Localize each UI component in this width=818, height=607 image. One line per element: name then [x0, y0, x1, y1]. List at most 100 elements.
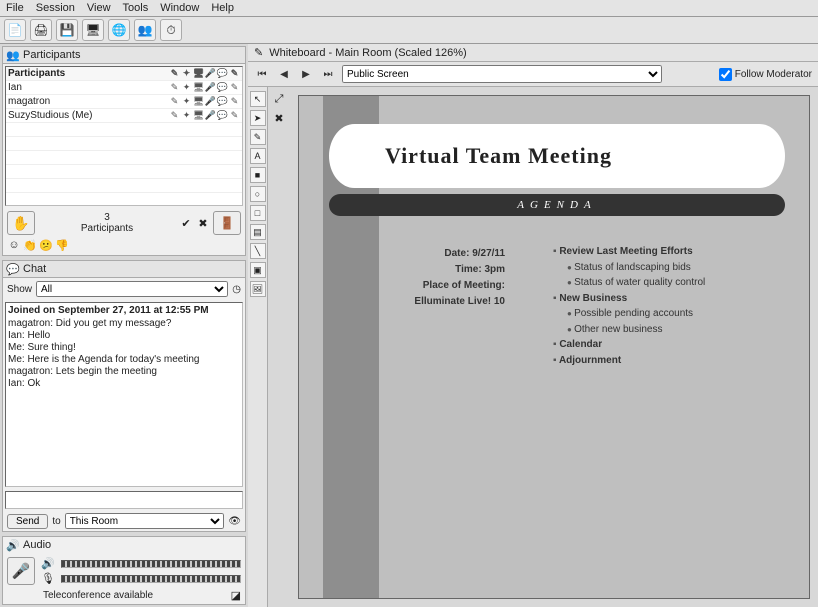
chat-input[interactable]: [5, 491, 243, 509]
chat-show-label: Show: [7, 284, 32, 295]
whiteboard-canvas[interactable]: Virtual Team Meeting AGENDA Date: 9/27/1…: [298, 95, 810, 599]
chat-panel: 💬 Chat Show All ◷ Joined on September 27…: [2, 260, 246, 532]
pencil-icon: ✎: [254, 46, 263, 59]
explore-icon[interactable]: ⤢: [275, 93, 284, 106]
audio-title: Audio: [23, 539, 51, 551]
whiteboard-toolbox: ↖ ➤ ✎ A ■ ○ □ ▤ ╲ ▣ 🖼: [248, 87, 268, 607]
toolbar-btn-7[interactable]: ⏱: [160, 19, 182, 41]
participant-name[interactable]: SuzyStudious (Me): [8, 110, 169, 121]
chat-joined-line: Joined on September 27, 2011 at 12:55 PM: [8, 305, 240, 316]
prev-slide-button[interactable]: ◀: [276, 66, 292, 82]
toolbar-btn-5[interactable]: 🌐: [108, 19, 130, 41]
whiteboard-title: Whiteboard - Main Room (Scaled 126%): [269, 47, 466, 59]
emoticon-applause-icon[interactable]: 👏: [23, 238, 37, 252]
screenshot-tool[interactable]: ▣: [250, 262, 266, 278]
last-slide-button[interactable]: ⏭: [320, 66, 336, 82]
audio-panel: 🔊 Audio 🎤 🔊 🎙 Teleconference available ◪: [2, 536, 246, 605]
emoticon-smile-icon[interactable]: ☺: [7, 238, 21, 252]
menu-tools[interactable]: Tools: [123, 2, 149, 14]
highlighter-tool[interactable]: ▤: [250, 224, 266, 240]
chat-show-select[interactable]: All: [36, 281, 228, 297]
check-icon[interactable]: ✔: [179, 216, 193, 230]
toolbar-btn-2[interactable]: 🖨: [30, 19, 52, 41]
menubar: File Session View Tools Window Help: [0, 0, 818, 17]
chat-line: Ian: Ok: [8, 378, 240, 389]
slide-title: Virtual Team Meeting: [385, 143, 612, 169]
perm-icon: 🎤: [205, 68, 216, 79]
perm-icon: ✎: [229, 68, 240, 79]
screen-select[interactable]: Public Screen: [342, 65, 662, 83]
perm-icon: ✦: [181, 68, 192, 79]
next-slide-button[interactable]: ▶: [298, 66, 314, 82]
toolbar-btn-6[interactable]: 👥: [134, 19, 156, 41]
rect-tool[interactable]: □: [250, 205, 266, 221]
text-tool[interactable]: A: [250, 148, 266, 164]
chat-log[interactable]: Joined on September 27, 2011 at 12:55 PM…: [5, 302, 243, 487]
x-icon[interactable]: ✖: [196, 216, 210, 230]
participants-count: 3: [35, 212, 179, 223]
follow-moderator-checkbox[interactable]: [719, 68, 732, 81]
chat-line: magatron: Lets begin the meeting: [8, 366, 240, 377]
chat-header: 💬 Chat: [3, 261, 245, 278]
ellipse-tool[interactable]: ○: [250, 186, 266, 202]
emoticon-disapprove-icon[interactable]: 👎: [55, 238, 69, 252]
step-away-button[interactable]: 🚪: [213, 211, 241, 235]
slide-agenda-list: Review Last Meeting Efforts Status of la…: [553, 244, 705, 368]
line-tool[interactable]: ╲: [250, 243, 266, 259]
select-tool[interactable]: ↖: [250, 91, 266, 107]
chat-line: magatron: Did you get my message?: [8, 318, 240, 329]
chat-send-button[interactable]: Send: [7, 514, 48, 529]
toolbar-btn-3[interactable]: 💾: [56, 19, 78, 41]
slide-agenda-bar: AGENDA: [329, 194, 785, 216]
audio-icon: 🔊: [7, 539, 19, 551]
chat-room-select[interactable]: This Room: [65, 513, 225, 529]
audio-expand-icon[interactable]: ◪: [231, 589, 241, 602]
participants-header: 👥 Participants: [3, 47, 245, 64]
participants-list[interactable]: Participants ✎ ✦ 🖥 🎤 💬 ✎ Ian ✎✦🖥🎤💬✎: [5, 66, 243, 206]
chat-icon: 💬: [7, 263, 19, 275]
perm-icon: ✎: [169, 68, 180, 79]
follow-moderator-label: Follow Moderator: [735, 69, 812, 80]
close-icon[interactable]: ✖: [274, 112, 283, 125]
participant-name[interactable]: Ian: [8, 82, 169, 93]
chat-line: Me: Sure thing!: [8, 342, 240, 353]
clock-icon[interactable]: ◷: [232, 284, 241, 295]
participants-count-label: Participants: [35, 223, 179, 234]
toolbar-btn-1[interactable]: 📄: [4, 19, 26, 41]
participant-name[interactable]: magatron: [8, 96, 169, 107]
pen-tool[interactable]: ✎: [250, 129, 266, 145]
raise-hand-button[interactable]: ✋: [7, 211, 35, 235]
whiteboard-nav: ⏮ ◀ ▶ ⏭ Public Screen Follow Moderator: [248, 62, 818, 87]
chat-line: Me: Here is the Agenda for today's meeti…: [8, 354, 240, 365]
perm-icon: 🖥: [193, 68, 204, 79]
speaker-icon: 🔊: [41, 557, 55, 570]
slide-title-pill: Virtual Team Meeting: [329, 124, 785, 188]
mic-volume-slider[interactable]: [61, 575, 241, 583]
filled-rect-tool[interactable]: ■: [250, 167, 266, 183]
eye-icon[interactable]: 👁: [228, 516, 241, 527]
menu-session[interactable]: Session: [36, 2, 75, 14]
chat-to-label: to: [52, 516, 60, 527]
slide-meta: Date: 9/27/11 Time: 3pm Place of Meeting…: [395, 246, 505, 310]
participants-col-header: Participants: [8, 68, 169, 79]
toolbar-btn-4[interactable]: 🖥: [82, 19, 104, 41]
speaker-volume-slider[interactable]: [61, 560, 241, 568]
pointer-tool[interactable]: ➤: [250, 110, 266, 126]
chat-title: Chat: [23, 263, 46, 275]
participants-icon: 👥: [7, 49, 19, 61]
perm-icon: 💬: [217, 68, 228, 79]
menu-window[interactable]: Window: [160, 2, 199, 14]
first-slide-button[interactable]: ⏮: [254, 66, 270, 82]
whiteboard-side-controls: ⤢ ✖: [268, 87, 290, 607]
whiteboard-header: ✎ Whiteboard - Main Room (Scaled 126%): [248, 44, 818, 62]
participants-title: Participants: [23, 49, 80, 61]
mic-icon: 🎙: [41, 572, 55, 585]
main-toolbar: 📄 🖨 💾 🖥 🌐 👥 ⏱: [0, 17, 818, 44]
emoticon-confused-icon[interactable]: 😕: [39, 238, 53, 252]
audio-status: Teleconference available: [7, 590, 153, 601]
clipart-tool[interactable]: 🖼: [250, 281, 266, 297]
menu-help[interactable]: Help: [211, 2, 234, 14]
talk-button[interactable]: 🎤: [7, 557, 35, 585]
menu-view[interactable]: View: [87, 2, 111, 14]
menu-file[interactable]: File: [6, 2, 24, 14]
